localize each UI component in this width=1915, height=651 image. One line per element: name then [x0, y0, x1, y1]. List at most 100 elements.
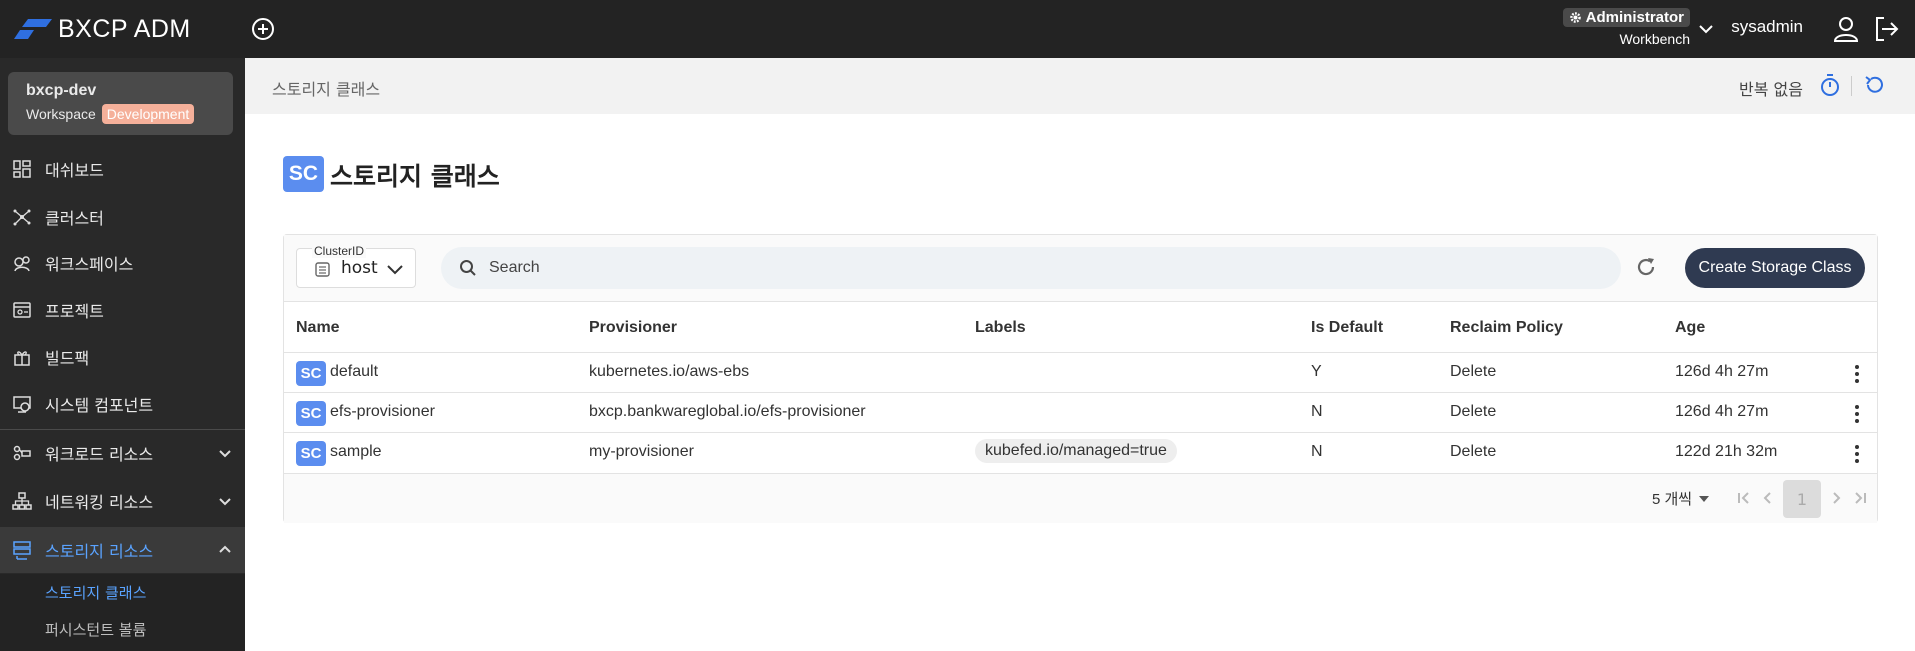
add-circle-icon[interactable] [250, 16, 276, 42]
username[interactable]: sysadmin [1731, 17, 1803, 37]
last-page-icon[interactable] [1850, 488, 1870, 508]
chevron-down-icon [387, 265, 403, 275]
first-page-icon[interactable] [1734, 488, 1754, 508]
row-age: 126d 4h 27m [1675, 363, 1769, 380]
sidebar: bxcp-dev Workspace Development 대쉬보드 클러스터 [0, 58, 245, 651]
refresh-icon[interactable] [1634, 255, 1658, 279]
chevron-down-icon[interactable] [1697, 20, 1715, 38]
cluster-select-value: host [341, 258, 378, 278]
row-age: 122d 21h 32m [1675, 443, 1778, 460]
workload-icon [13, 445, 31, 461]
logo-icon [14, 19, 52, 39]
chevron-up-icon [219, 545, 231, 553]
previous-page-icon[interactable] [1758, 488, 1778, 508]
row-is-default: N [1311, 403, 1323, 420]
network-icon [12, 492, 32, 510]
sidebar-item-label: 네트워킹 리소스 [45, 493, 154, 512]
cluster-select-label: ClusterID [312, 244, 367, 258]
column-header-is-default[interactable]: Is Default [1311, 319, 1383, 337]
sidebar-item-system-component[interactable]: 시스템 컴포넌트 [0, 381, 245, 427]
label-chip: kubefed.io/managed=true [975, 439, 1177, 463]
project-icon [13, 302, 31, 318]
workspace-card[interactable]: bxcp-dev Workspace Development [8, 72, 233, 135]
page-title: 스토리지 클래스 [330, 162, 500, 191]
app-logo[interactable]: BXCP ADMIN [14, 13, 190, 45]
refresh-interval-label[interactable]: 반복 없음 [1739, 76, 1803, 100]
row-reclaim-policy: Delete [1450, 443, 1497, 460]
more-vert-icon[interactable] [1845, 362, 1869, 386]
row-divider [284, 392, 1877, 393]
row-age: 126d 4h 27m [1675, 403, 1769, 420]
column-header-labels[interactable]: Labels [975, 319, 1026, 337]
sidebar-item-label: 프로젝트 [45, 302, 104, 321]
row-provisioner: kubernetes.io/aws-ebs [589, 363, 750, 380]
environment-badge: Development [101, 104, 195, 124]
storage-class-panel: ClusterID host Create Storage Class [283, 234, 1878, 523]
search-icon [460, 260, 476, 276]
sidebar-item-cluster[interactable]: 클러스터 [0, 194, 245, 240]
page-title-badge: SC [283, 156, 324, 192]
role-badge: Administrator [1562, 8, 1690, 27]
breadcrumb: 스토리지 클래스 [272, 80, 381, 99]
row-name[interactable]: efs-provisioner [330, 403, 435, 421]
row-sc-badge: SC [296, 441, 326, 466]
sidebar-item-buildpack[interactable]: 빌드팩 [0, 334, 245, 380]
storage-icon [13, 541, 31, 560]
row-sc-badge: SC [296, 361, 326, 386]
row-provisioner: bxcp.bankwareglobal.io/efs-provisioner [589, 403, 866, 420]
sidebar-item-dashboard[interactable]: 대쉬보드 [0, 146, 245, 192]
table-footer [284, 474, 1877, 523]
column-header-provisioner[interactable]: Provisioner [589, 319, 677, 337]
sidebar-item-label: 빌드팩 [45, 349, 90, 368]
chevron-down-icon [219, 498, 231, 506]
dashboard-icon [13, 160, 31, 178]
row-name[interactable]: default [330, 363, 378, 381]
search-input[interactable] [489, 247, 1589, 289]
top-bar: BXCP ADMIN Administrator Workbench sysad… [0, 0, 1915, 58]
more-vert-icon[interactable] [1845, 442, 1869, 466]
buildpack-icon [14, 351, 30, 366]
undo-icon[interactable] [1863, 73, 1887, 97]
column-header-name[interactable]: Name [296, 319, 340, 337]
caret-down-icon[interactable] [1698, 495, 1710, 503]
cluster-select[interactable]: ClusterID host [296, 244, 416, 288]
gear-icon [1569, 12, 1581, 23]
role-switcher[interactable]: Administrator Workbench [1562, 8, 1690, 47]
app-name: BXCP ADMIN [58, 14, 190, 43]
workspace-name: bxcp-dev [26, 82, 97, 99]
role-label: Administrator [1585, 9, 1684, 26]
sidebar-item-project[interactable]: 프로젝트 [0, 287, 245, 333]
submenu-item-storage-class[interactable]: 스토리지 클래스 [45, 582, 146, 603]
sidebar-item-label: 워크로드 리소스 [45, 445, 154, 464]
system-component-icon [13, 396, 31, 413]
timer-icon[interactable] [1817, 72, 1843, 98]
sidebar-item-label: 클러스터 [45, 209, 104, 228]
user-icon[interactable] [1831, 14, 1861, 44]
row-divider [284, 352, 1877, 353]
more-vert-icon[interactable] [1845, 402, 1869, 426]
sidebar-item-storage[interactable]: 스토리지 리소스 [0, 527, 245, 573]
sidebar-item-workspace[interactable]: 워크스페이스 [0, 240, 245, 286]
logout-icon[interactable] [1871, 14, 1901, 44]
current-page-button[interactable]: 1 [1783, 480, 1821, 518]
submenu-item-persistent-volume[interactable]: 퍼시스턴트 볼륨 [45, 619, 146, 640]
sidebar-item-networking[interactable]: 네트워킹 리소스 [0, 478, 245, 524]
server-icon [315, 262, 330, 277]
column-header-age[interactable]: Age [1675, 319, 1705, 337]
rows-per-page-select[interactable]: 5 개씩 [1652, 488, 1692, 509]
row-provisioner: my-provisioner [589, 443, 694, 460]
row-reclaim-policy: Delete [1450, 403, 1497, 420]
sidebar-item-label: 시스템 컴포넌트 [45, 396, 154, 415]
row-is-default: Y [1311, 363, 1322, 380]
next-page-icon[interactable] [1826, 488, 1846, 508]
row-sc-badge: SC [296, 401, 326, 426]
create-storage-class-button[interactable]: Create Storage Class [1685, 248, 1865, 288]
row-divider [284, 432, 1877, 433]
column-header-reclaim-policy[interactable]: Reclaim Policy [1450, 319, 1563, 337]
sidebar-item-workload[interactable]: 워크로드 리소스 [0, 430, 245, 476]
header-divider [1851, 76, 1852, 96]
sidebar-item-label: 스토리지 리소스 [45, 542, 154, 561]
workspace-icon [14, 256, 30, 272]
toolbar: ClusterID host Create Storage Class [284, 235, 1877, 302]
row-name[interactable]: sample [330, 443, 382, 461]
